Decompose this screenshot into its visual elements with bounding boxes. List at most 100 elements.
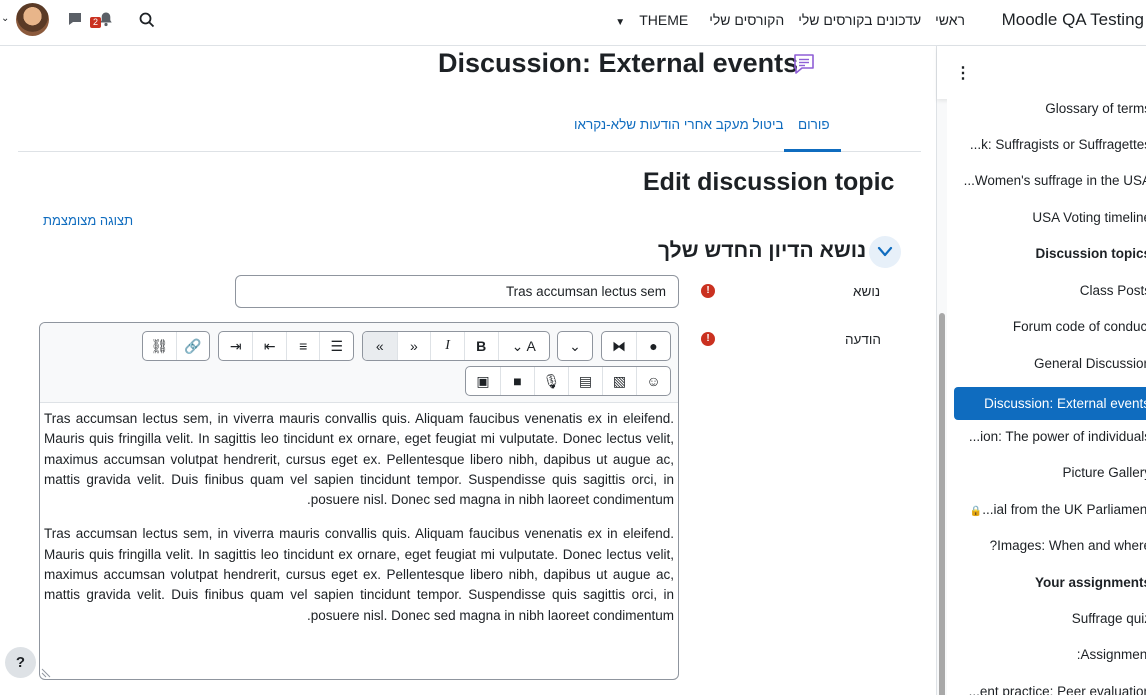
unlink-icon[interactable]: ⛓ — [143, 332, 176, 360]
toolbar-group-lists: ⇥ ⇤ ≡ ☰ — [218, 331, 354, 361]
course-index-drawer: ⋮ Glossary of terms ...k: Suffragists or… — [936, 46, 1146, 695]
subject-label: נושא — [853, 284, 881, 299]
rtl-direction-icon[interactable]: « — [363, 332, 397, 360]
site-brand[interactable]: Moodle QA Testing — [1002, 10, 1144, 30]
course-index-section[interactable]: Your assignments — [951, 568, 1146, 598]
course-index-item-label: USA Voting timeline — [1032, 210, 1146, 225]
course-index-item[interactable]: ...Women's suffrage in the USA — [951, 166, 1146, 196]
section-title: נושא הדיון החדש שלך — [658, 239, 867, 262]
toolbar-group-links: ⛓ 🔗 — [142, 331, 210, 361]
course-index-item-label: ...ial from the UK Parliament — [982, 502, 1146, 517]
user-menu-chevron-icon[interactable]: ⌄ — [1, 13, 9, 24]
course-index-list: Glossary of terms ...k: Suffragists or S… — [947, 99, 1146, 695]
indent-icon[interactable]: ⇥ — [219, 332, 252, 360]
tab-forum[interactable]: פורום — [798, 117, 830, 132]
resize-handle-icon[interactable] — [40, 665, 54, 679]
course-index-item-label: ...ent practice: Peer evaluation — [968, 684, 1146, 695]
required-icon: ! — [701, 332, 715, 346]
ltr-direction-icon[interactable]: » — [396, 332, 431, 360]
course-index-item[interactable]: Class Posts — [951, 276, 1146, 306]
secondary-navigation-tabs: ביטול מעקב אחרי הודעות שלא-נקראו פורום — [18, 108, 921, 152]
course-index-item[interactable]: ?Images: When and where — [951, 531, 1146, 561]
chevron-down-icon: ▼ — [615, 17, 626, 28]
course-index-item-label: Picture Gallery — [1062, 465, 1146, 480]
image-icon[interactable]: ▧ — [602, 367, 636, 395]
section-collapse-toggle[interactable] — [869, 236, 901, 268]
chevron-down-icon — [877, 246, 893, 257]
ordered-list-icon[interactable]: ≡ — [285, 332, 320, 360]
course-index-item[interactable]: ...k: Suffragists or Suffragettes — [951, 130, 1146, 160]
message-paragraph: Tras accumsan lectus sem, in viverra mau… — [44, 526, 674, 623]
kebab-menu-icon[interactable]: ⋮ — [955, 63, 971, 83]
course-index-item-label: ...k: Suffragists or Suffragettes — [969, 137, 1146, 152]
screen-reader-helper-icon[interactable]: ⧓ — [602, 332, 636, 360]
user-avatar[interactable] — [16, 3, 49, 36]
course-index-item-active[interactable]: Discussion: External events — [954, 387, 1146, 420]
course-index-section-label: Your assignments — [1034, 575, 1146, 590]
toolbar-group-more: ⌄ — [557, 331, 593, 361]
unordered-list-icon[interactable]: ☰ — [319, 332, 353, 360]
course-index-item-label: General Discussion — [1033, 356, 1146, 371]
link-icon[interactable]: 🔗 — [175, 332, 209, 360]
course-index-item[interactable]: ...ent practice: Peer evaluation — [951, 677, 1146, 695]
toolbar-expand-chevron-icon[interactable]: ⌄ — [558, 332, 592, 360]
accessibility-checker-icon[interactable]: ● — [636, 332, 670, 360]
drawer-scrollbar-thumb[interactable] — [939, 313, 945, 695]
course-index-item[interactable]: ...ion: The power of individuals — [951, 422, 1146, 452]
font-style-dropdown-icon[interactable]: ⌄ A — [497, 332, 549, 360]
course-index-item[interactable]: General Discussion — [951, 349, 1146, 379]
course-index-item-label: Suffrage quiz — [1071, 611, 1146, 626]
editor-toolbar: ⧓ ● ⌄ « » I B ⌄ A ⇥ ⇤ ≡ ☰ ⛓ 🔗 ▣ ■ 🎙 ▤ ▧ … — [40, 323, 678, 403]
forum-icon — [794, 54, 814, 74]
h5p-icon[interactable]: ▣ — [466, 367, 500, 395]
file-icon[interactable]: ▤ — [568, 367, 602, 395]
course-index-item-label: Glossary of terms — [1045, 101, 1146, 116]
lock-icon: 🔒 — [969, 506, 983, 517]
message-label: הודעה — [845, 332, 881, 347]
search-icon[interactable] — [138, 11, 156, 29]
microphone-icon[interactable]: 🎙 — [534, 367, 568, 395]
video-icon[interactable]: ■ — [500, 367, 534, 395]
drawer-scrollbar[interactable] — [937, 99, 947, 695]
primary-navigation: ראשי עדכונים בקורסים שלי הקורסים שלי ▼ TH… — [597, 12, 972, 28]
drawer-header: ⋮ — [937, 46, 1146, 99]
emoji-icon[interactable]: ☺ — [636, 367, 670, 395]
course-index-item-label: ?Images: When and where — [989, 538, 1146, 553]
nav-theme-menu[interactable]: ▼ THEME — [597, 12, 702, 28]
message-editor[interactable]: ⧓ ● ⌄ « » I B ⌄ A ⇥ ⇤ ≡ ☰ ⛓ 🔗 ▣ ■ 🎙 ▤ ▧ … — [39, 322, 679, 680]
course-index-item-label: :Assignment — [1076, 647, 1146, 662]
italic-icon[interactable]: I — [430, 332, 464, 360]
bold-icon[interactable]: B — [463, 332, 498, 360]
course-index-item[interactable]: Glossary of terms — [951, 99, 1146, 124]
nav-my-courses[interactable]: הקורסים שלי — [702, 12, 791, 28]
tab-unsubscribe-unread[interactable]: ביטול מעקב אחרי הודעות שלא-נקראו — [574, 117, 784, 132]
page-title: Discussion: External events — [438, 48, 799, 78]
notification-count-badge: 2 — [90, 17, 102, 28]
editor-content[interactable]: Tras accumsan lectus sem, in viverra mau… — [44, 409, 674, 640]
course-index-item[interactable]: Suffrage quiz — [951, 604, 1146, 634]
course-index-item-label: ...ion: The power of individuals — [968, 429, 1146, 444]
subject-input[interactable] — [235, 275, 679, 308]
toolbar-group-media: ▣ ■ 🎙 ▤ ▧ ☺ — [465, 366, 671, 396]
edit-heading: Edit discussion topic — [643, 168, 895, 196]
course-index-item-label: Class Posts — [1079, 283, 1146, 298]
top-navbar: Moodle QA Testing ראשי עדכונים בקורסים ש… — [0, 0, 1146, 46]
collapse-all-link[interactable]: תצוגה מצומצמת — [43, 213, 133, 228]
course-index-item[interactable]: :Assignment — [951, 640, 1146, 670]
course-index-item[interactable]: USA Voting timeline — [951, 203, 1146, 233]
course-index-section[interactable]: Discussion topics — [951, 239, 1146, 269]
messages-icon[interactable] — [67, 11, 83, 27]
course-index-item[interactable]: Forum code of conduct — [951, 312, 1146, 342]
course-index-item[interactable]: Picture Gallery — [951, 458, 1146, 488]
course-index-item-label: Forum code of conduct — [1012, 319, 1146, 334]
course-index-item[interactable]: 🔒...ial from the UK Parliament — [951, 495, 1146, 525]
course-index-item-label: ...Women's suffrage in the USA — [963, 173, 1146, 188]
nav-home[interactable]: ראשי — [928, 12, 972, 28]
message-paragraph: Tras accumsan lectus sem, in viverra mau… — [44, 411, 674, 508]
nav-course-updates[interactable]: עדכונים בקורסים שלי — [791, 12, 928, 28]
active-tab-indicator — [784, 149, 841, 152]
nav-theme-label: THEME — [639, 12, 689, 28]
help-button[interactable]: ? — [5, 647, 36, 678]
outdent-icon[interactable]: ⇤ — [252, 332, 286, 360]
course-index-item-label: Discussion: External events — [984, 396, 1146, 411]
